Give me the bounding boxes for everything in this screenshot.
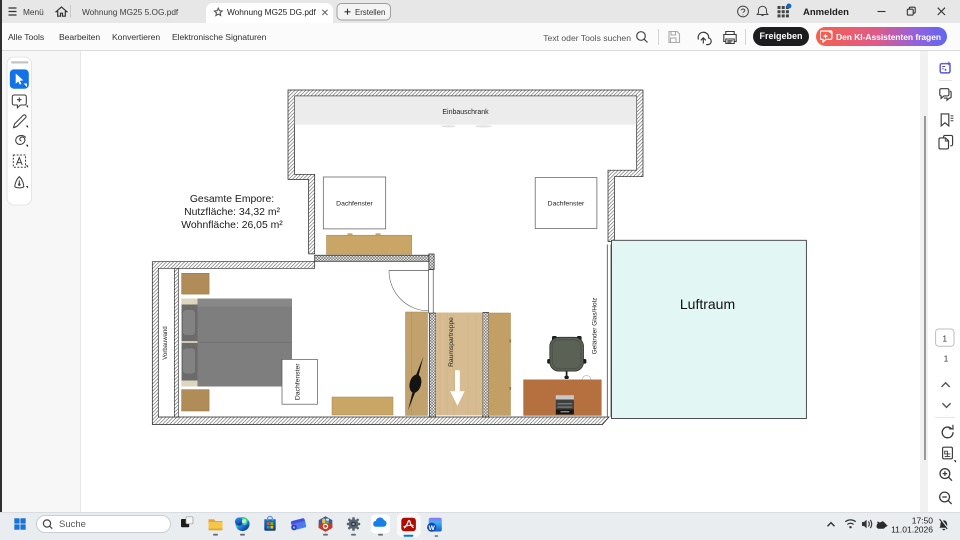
- svg-text:1: 1: [942, 334, 947, 344]
- svg-text:Wohnfläche: 26,05 m²: Wohnfläche: 26,05 m²: [181, 220, 283, 231]
- svg-text:Dachfenster: Dachfenster: [336, 201, 373, 208]
- svg-text:1: 1: [944, 354, 949, 364]
- svg-text:W: W: [429, 525, 436, 532]
- svg-text:Raumspartreppe: Raumspartreppe: [448, 317, 455, 367]
- svg-text:Dachfenster: Dachfenster: [295, 363, 302, 400]
- svg-text:Gesamte Empore:: Gesamte Empore:: [190, 194, 274, 205]
- svg-text:Geländer Glas/Holz: Geländer Glas/Holz: [591, 298, 598, 355]
- svg-text:Dachfenster: Dachfenster: [548, 201, 585, 208]
- svg-text:11.01.2026: 11.01.2026: [891, 525, 933, 535]
- svg-text:Vorbauwand: Vorbauwand: [163, 326, 169, 359]
- svg-text:Suche: Suche: [59, 519, 86, 530]
- svg-text:Nutzfläche: 34,32 m²: Nutzfläche: 34,32 m²: [184, 207, 280, 218]
- svg-text:Einbauschrank: Einbauschrank: [442, 109, 489, 116]
- svg-text:Luftraum: Luftraum: [680, 296, 735, 312]
